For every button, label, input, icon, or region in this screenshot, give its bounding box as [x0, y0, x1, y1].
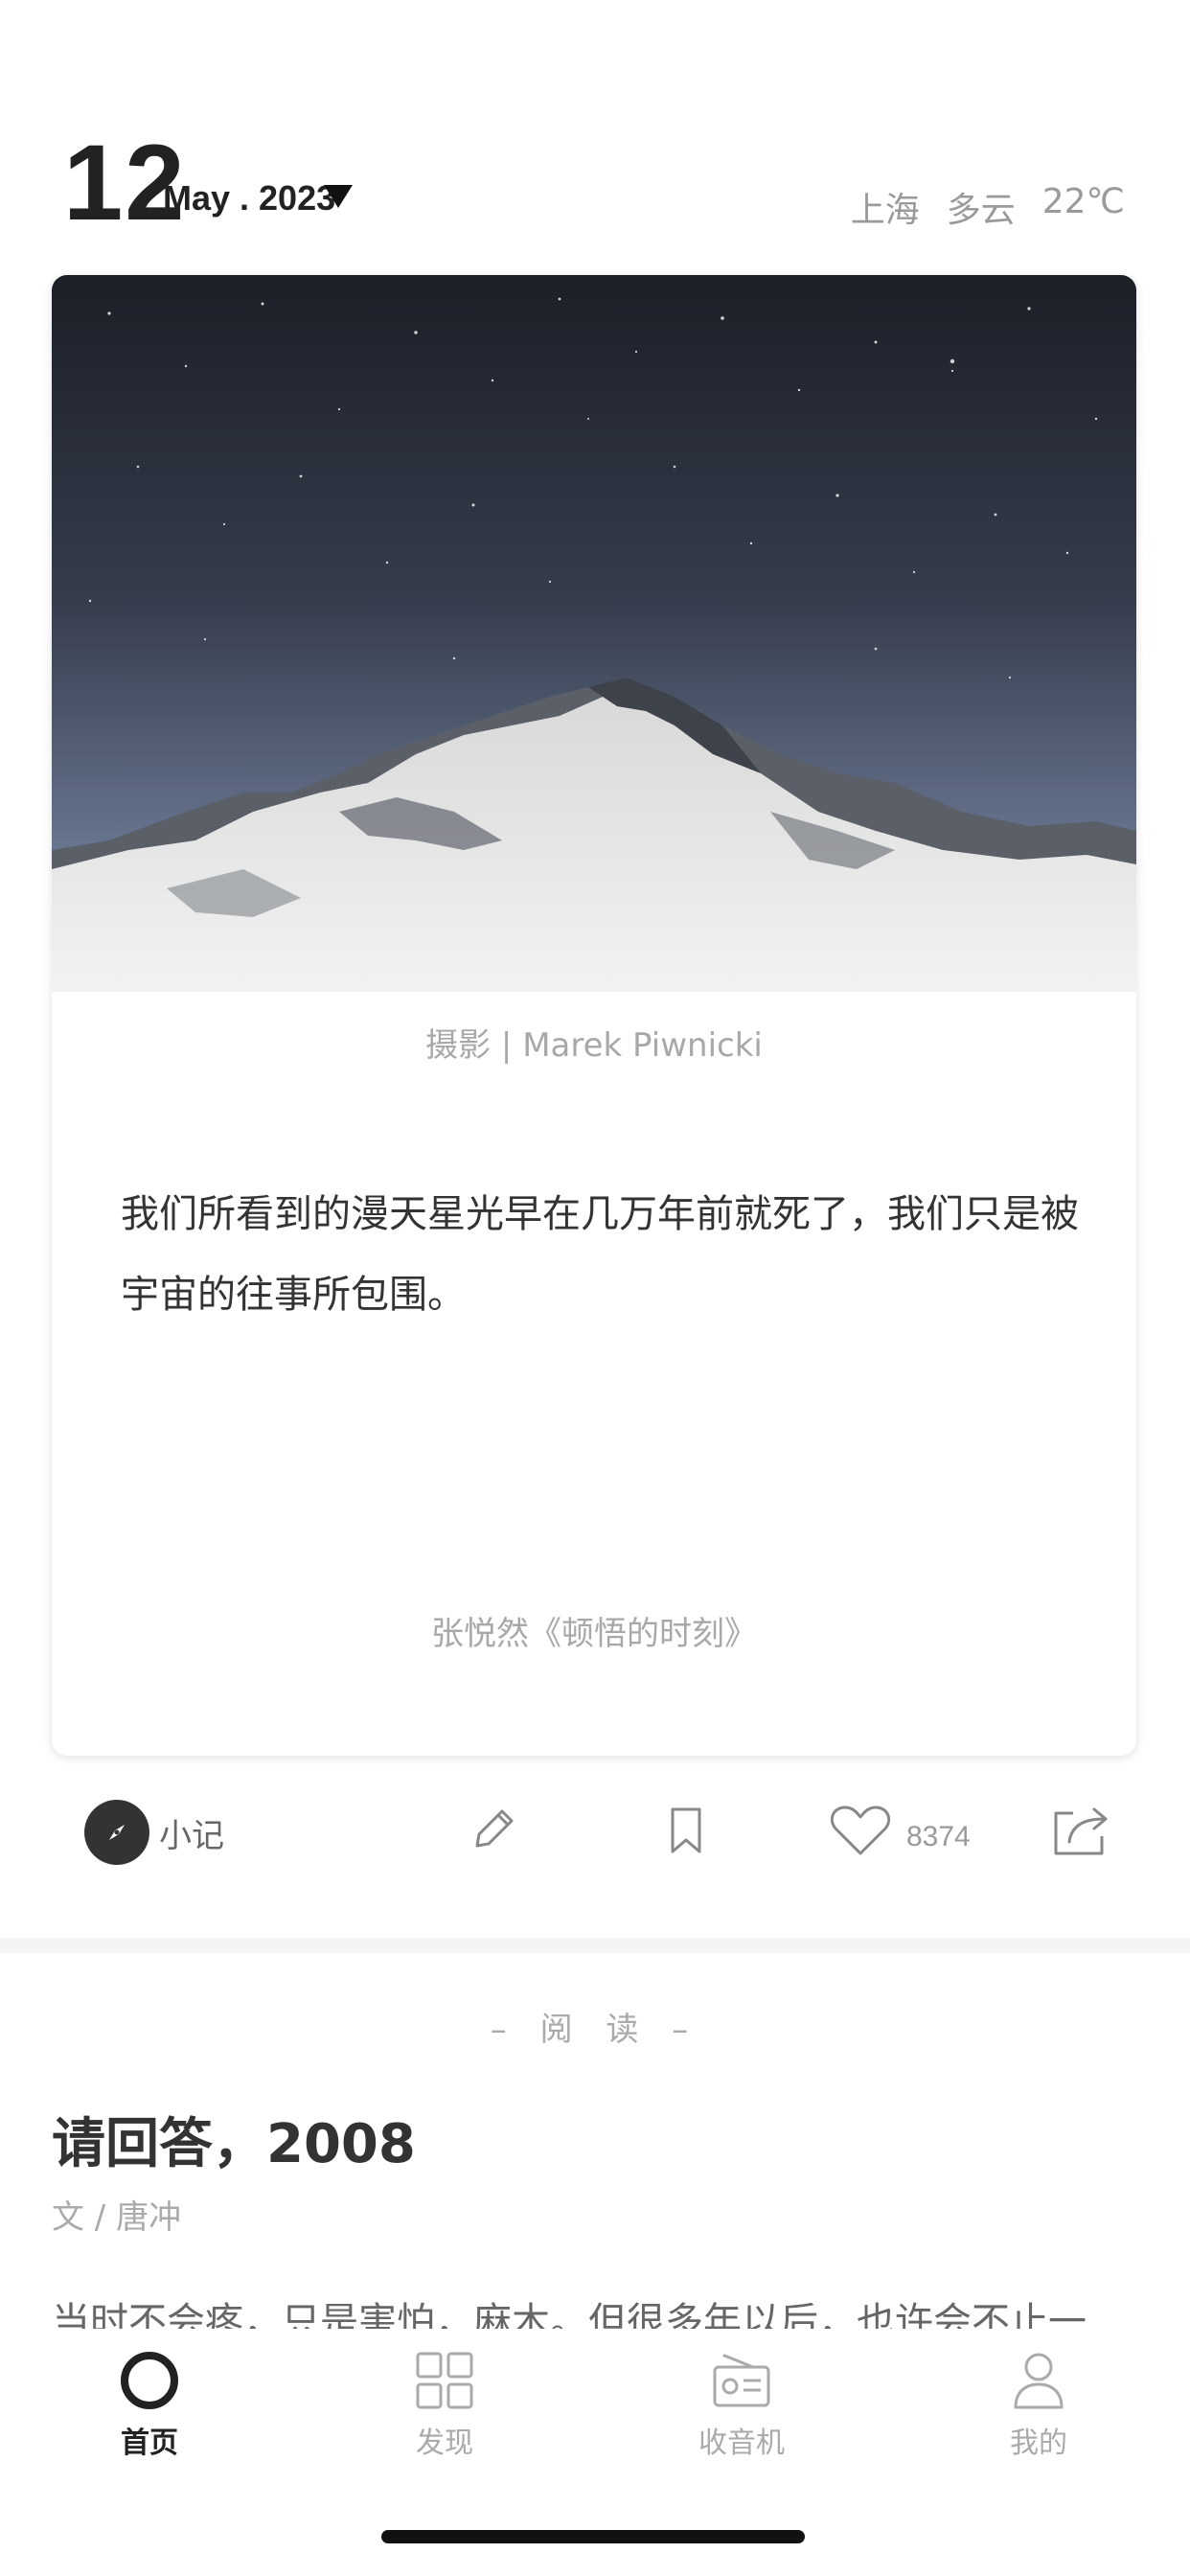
- reading-section-heading: – 阅 读 –: [490, 2011, 700, 2049]
- weather-info: 上海 多云 22℃: [851, 182, 1125, 232]
- bookmark-icon[interactable]: [657, 1802, 715, 1859]
- date-month-year[interactable]: May . 2023: [163, 178, 335, 218]
- tab-profile[interactable]: 我的: [943, 2350, 1134, 2461]
- tab-radio[interactable]: 收音机: [646, 2350, 837, 2461]
- share-icon[interactable]: [1050, 1802, 1111, 1859]
- article-title[interactable]: 请回答，2008: [52, 2101, 416, 2178]
- person-icon: [1014, 2353, 1064, 2409]
- tab-home-label: 首页: [121, 2426, 178, 2460]
- note-button[interactable]: 小记: [84, 1800, 224, 1865]
- home-indicator[interactable]: [381, 2530, 805, 2543]
- tab-home[interactable]: 首页: [54, 2350, 245, 2461]
- article-author: 文 / 唐冲: [52, 2198, 182, 2237]
- daily-quote: 我们所看到的漫天星光早在几万年前就死了，我们只是被宇宙的往事所包围。: [121, 1192, 1079, 1317]
- section-divider: [0, 1938, 1190, 1953]
- edit-pencil-icon[interactable]: [464, 1802, 521, 1859]
- weather-city: 上海: [850, 191, 920, 230]
- tab-discover[interactable]: 发现: [349, 2350, 540, 2461]
- home-ring-icon: [121, 2352, 178, 2409]
- radio-icon: [713, 2354, 770, 2407]
- weather-condition: 多云: [946, 191, 1016, 230]
- tab-radio-label: 收音机: [698, 2426, 785, 2460]
- compass-icon: [84, 1800, 149, 1865]
- like-count: 8374: [906, 1821, 971, 1852]
- photo-credit: 摄影 | Marek Piwnicki: [425, 1026, 763, 1065]
- tab-discover-label: 发现: [416, 2426, 473, 2460]
- grid-icon: [416, 2352, 473, 2409]
- note-label: 小记: [159, 1816, 224, 1855]
- weather-temperature: 22℃: [1041, 182, 1125, 221]
- heart-icon[interactable]: [828, 1802, 893, 1859]
- tab-profile-label: 我的: [1010, 2426, 1067, 2460]
- action-bar: 小记 8374: [0, 1792, 1190, 1888]
- quote-source: 张悦然《顿悟的时刻》: [431, 1615, 757, 1653]
- daily-card[interactable]: 摄影 | Marek Piwnicki 我们所看到的漫天星光早在几万年前就死了，…: [52, 275, 1136, 1756]
- header: 12 May . 2023 上海 多云 22℃: [0, 0, 1190, 268]
- mountain-photo: [52, 275, 1136, 992]
- chevron-down-icon[interactable]: [324, 185, 353, 208]
